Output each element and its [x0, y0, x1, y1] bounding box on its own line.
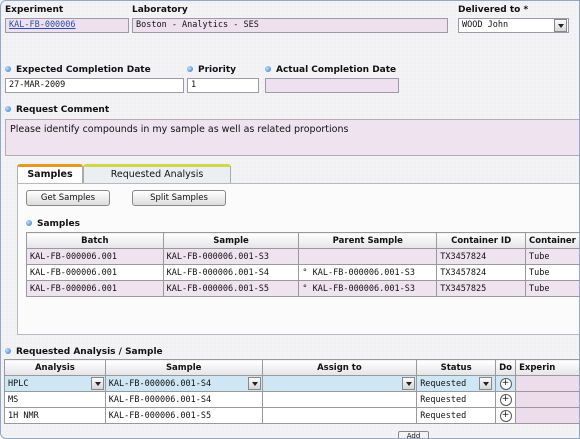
column-header[interactable]: Sample: [162, 232, 300, 249]
analysis-cell: 1H NMR: [4, 407, 106, 424]
add-circle-icon[interactable]: +: [499, 409, 512, 422]
chevron-down-icon[interactable]: [247, 377, 261, 390]
analysis-cell: MS: [4, 391, 106, 408]
delivered-label: Delivered to *: [458, 5, 529, 15]
column-header[interactable]: Do: [495, 359, 517, 376]
column-header[interactable]: Sample: [104, 359, 263, 376]
bullet-icon: [5, 106, 11, 112]
bullet-icon: [5, 348, 11, 354]
column-header[interactable]: Container ID: [436, 232, 527, 249]
container-cell: Tube: [525, 248, 579, 265]
container-id-cell: TX3457824: [436, 248, 527, 265]
table-row[interactable]: HPLC KAL-FB-000006.001-S4 Requested +: [4, 375, 579, 392]
analysis-section-label: Requested Analysis / Sample: [5, 347, 163, 357]
sample-cell: KAL-FB-000006.001-S5: [104, 407, 263, 424]
status-cell: Requested: [416, 407, 497, 424]
assign-cell: [261, 391, 418, 408]
experiment-cell: [515, 407, 579, 424]
analysis-header-row: Analysis Sample Assign to Status Do Expe…: [4, 359, 579, 376]
laboratory-field[interactable]: Boston - Analytics - SES: [132, 18, 448, 33]
expected-date-label: Expected Completion Date: [5, 65, 151, 75]
column-header[interactable]: Status: [416, 359, 497, 376]
samples-table: Batch Sample Parent Sample Container ID …: [26, 232, 579, 297]
samples-header-row: Batch Sample Parent Sample Container ID …: [26, 232, 579, 249]
chevron-down-icon[interactable]: [479, 377, 493, 390]
delivered-value: WOOD John: [462, 20, 509, 30]
add-circle-icon[interactable]: +: [499, 393, 512, 406]
batch-cell: KAL-FB-000006.001: [26, 248, 164, 265]
table-row[interactable]: KAL-FB-000006.001 KAL-FB-000006.001-S5 °…: [26, 280, 579, 297]
status-select[interactable]: Requested: [416, 375, 497, 392]
chevron-down-icon[interactable]: [90, 377, 104, 390]
chevron-down-icon[interactable]: [554, 19, 567, 32]
delivered-select[interactable]: WOOD John: [458, 18, 569, 33]
column-header[interactable]: Batch: [26, 232, 164, 249]
assign-select[interactable]: [261, 375, 418, 392]
status-cell: Requested: [416, 391, 497, 408]
add-button[interactable]: Add: [398, 431, 429, 438]
parent-cell: ° KAL-FB-000006.001-S3: [298, 264, 438, 281]
samples-section-label: Samples: [26, 219, 80, 229]
do-cell: +: [495, 391, 517, 408]
sample-cell: KAL-FB-000006.001-S4: [162, 264, 300, 281]
chevron-down-icon[interactable]: [402, 377, 416, 390]
actual-date-field[interactable]: [265, 78, 399, 93]
table-row[interactable]: MS KAL-FB-000006.001-S4 Requested +: [4, 391, 579, 408]
samples-panel: Get Samples Split Samples Samples Batch …: [17, 183, 579, 335]
tab-requested-analysis[interactable]: Requested Analysis: [83, 164, 231, 184]
container-cell: Tube: [525, 264, 579, 281]
bullet-icon: [26, 220, 32, 226]
experiment-field[interactable]: KAL-FB-000006: [5, 18, 129, 33]
get-samples-button[interactable]: Get Samples: [26, 190, 110, 206]
bullet-icon: [265, 66, 271, 72]
experiment-link[interactable]: KAL-FB-000006: [9, 20, 76, 30]
assign-cell: [261, 407, 418, 424]
parent-cell: ° KAL-FB-000006.001-S3: [298, 280, 438, 297]
bullet-icon: [5, 66, 11, 72]
batch-cell: KAL-FB-000006.001: [26, 280, 164, 297]
priority-label: Priority: [187, 65, 236, 75]
table-row[interactable]: KAL-FB-000006.001 KAL-FB-000006.001-S3 T…: [26, 248, 579, 265]
analysis-table: Analysis Sample Assign to Status Do Expe…: [4, 359, 579, 424]
container-cell: Tube: [525, 280, 579, 297]
split-samples-button[interactable]: Split Samples: [132, 190, 226, 206]
table-row[interactable]: 1H NMR KAL-FB-000006.001-S5 Requested +: [4, 407, 579, 424]
column-header[interactable]: Container: [525, 232, 579, 249]
container-id-cell: TX3457824: [436, 264, 527, 281]
experiment-cell: [515, 391, 579, 408]
sample-cell: KAL-FB-000006.001-S4: [104, 391, 263, 408]
sample-select[interactable]: KAL-FB-000006.001-S4: [104, 375, 263, 392]
parent-cell: [298, 248, 438, 265]
container-id-cell: TX3457825: [436, 280, 527, 297]
tab-samples[interactable]: Samples: [17, 164, 83, 184]
column-header[interactable]: Experin: [515, 359, 579, 376]
column-header[interactable]: Parent Sample: [298, 232, 438, 249]
laboratory-label: Laboratory: [132, 5, 188, 15]
add-circle-icon[interactable]: +: [499, 377, 512, 390]
comment-field[interactable]: Please identify compounds in my sample a…: [5, 119, 579, 156]
sample-cell: KAL-FB-000006.001-S5: [162, 280, 300, 297]
column-header[interactable]: Analysis: [4, 359, 106, 376]
priority-field[interactable]: 1: [187, 78, 259, 93]
experiment-cell: [515, 375, 579, 392]
column-header[interactable]: Assign to: [261, 359, 418, 376]
comment-label: Request Comment: [5, 105, 109, 115]
expected-date-field[interactable]: 27-MAR-2009: [5, 78, 184, 93]
do-cell: +: [495, 407, 517, 424]
sample-cell: KAL-FB-000006.001-S3: [162, 248, 300, 265]
request-form: Experiment KAL-FB-000006 Laboratory Bost…: [0, 0, 580, 439]
table-row[interactable]: KAL-FB-000006.001 KAL-FB-000006.001-S4 °…: [26, 264, 579, 281]
experiment-label: Experiment: [5, 5, 64, 15]
batch-cell: KAL-FB-000006.001: [26, 264, 164, 281]
bullet-icon: [187, 66, 193, 72]
do-cell: +: [495, 375, 517, 392]
analysis-select[interactable]: HPLC: [4, 375, 106, 392]
actual-date-label: Actual Completion Date: [265, 65, 396, 75]
